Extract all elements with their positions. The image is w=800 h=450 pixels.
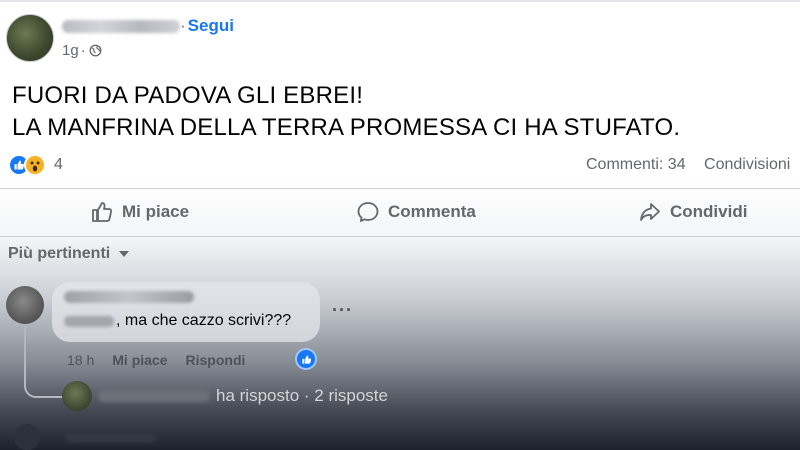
post-header: · Segui 1g · (6, 14, 234, 62)
replies-link[interactable]: ha risposto · 2 risposte (62, 381, 388, 411)
comment-text-row: , ma che cazzo scrivi??? (64, 312, 308, 330)
comment-more-button[interactable]: ··· (332, 300, 353, 321)
comment-meta: 18 h Mi piace Rispondi (67, 352, 245, 368)
comment-time[interactable]: 18 h (67, 352, 94, 368)
comment-button[interactable]: Commenta (356, 200, 476, 224)
shares-count[interactable]: Condivisioni (704, 156, 790, 173)
post-meta: 1g · (62, 42, 234, 59)
next-comment-blurred (66, 434, 156, 442)
commenter-avatar[interactable] (6, 286, 44, 324)
comments-count[interactable]: Commenti: 34 (586, 156, 686, 173)
post-time[interactable]: 1g (62, 42, 79, 59)
comment-icon (357, 202, 379, 222)
name-separator: · (180, 16, 186, 35)
comment-sort-dropdown[interactable]: Più pertinenti (8, 245, 130, 263)
post-text-line-2: LA MANFRINA DELLA TERRA PROMESSA CI HA S… (12, 114, 681, 141)
top-border (0, 0, 800, 2)
comment-reply-button[interactable]: Rispondi (186, 352, 246, 368)
reactions-row: 4 Commenti: 34 Condivisioni (8, 154, 800, 176)
post-text-line-1: FUORI DA PADOVA GLI EBREI! (12, 82, 364, 109)
replier-name-blurred (98, 390, 210, 402)
mention-blurred[interactable] (64, 315, 114, 327)
sort-label: Più pertinenti (8, 245, 111, 262)
like-button[interactable]: Mi piace (90, 200, 189, 224)
action-bar: Mi piace Commenta Condividi (0, 190, 800, 236)
author-avatar[interactable] (6, 14, 54, 62)
post-text: FUORI DA PADOVA GLI EBREI! LA MANFRINA D… (12, 80, 680, 144)
comment-like-button[interactable]: Mi piace (112, 352, 167, 368)
share-icon (640, 203, 660, 221)
follow-button[interactable]: Segui (188, 16, 234, 36)
reaction-count[interactable]: 4 (54, 156, 63, 174)
commenter-name-blurred[interactable] (64, 291, 194, 303)
caret-down-icon (119, 251, 130, 257)
share-label: Condividi (670, 202, 748, 221)
wow-icon[interactable] (24, 154, 46, 176)
post-stats: Commenti: 34 Condivisioni (586, 156, 790, 174)
replier-avatar (62, 381, 92, 411)
next-comment-avatar (14, 424, 40, 450)
header-text: · Segui 1g · (62, 16, 234, 59)
comment-bubble: , ma che cazzo scrivi??? (52, 282, 320, 342)
divider-top (0, 188, 800, 189)
time-separator: · (80, 42, 86, 59)
comment-text: , ma che cazzo scrivi??? (116, 312, 292, 329)
divider-bottom (0, 236, 800, 237)
name-row: · Segui (62, 16, 234, 36)
comment-like-reaction-icon[interactable] (295, 348, 317, 370)
replies-text: ha risposto · 2 risposte (216, 386, 388, 405)
comment-label: Commenta (388, 202, 476, 221)
share-button[interactable]: Condividi (638, 200, 747, 224)
globe-icon (89, 44, 102, 57)
thumbs-up-icon (92, 202, 112, 222)
like-label: Mi piace (122, 202, 190, 221)
author-name-blurred[interactable] (62, 19, 180, 33)
